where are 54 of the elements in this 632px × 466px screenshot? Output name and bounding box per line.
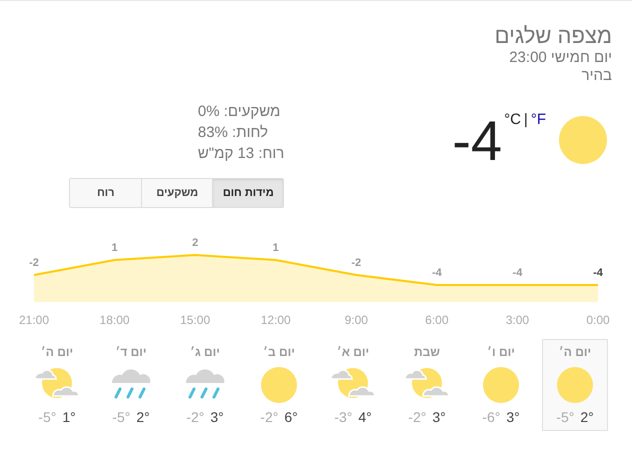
data-label: -4 (512, 267, 522, 279)
axis-tick-label: 12:00 (260, 313, 291, 327)
axis-tick-label: 9:00 (344, 313, 368, 327)
high-temperature: 6° (284, 409, 298, 425)
high-temperature: 3° (506, 409, 520, 425)
data-label: -2 (29, 257, 39, 269)
low-temperature: -5° (112, 409, 130, 425)
day-name: יום ה׳ (40, 345, 74, 359)
low-temperature: -3° (334, 409, 352, 425)
fahrenheit-link[interactable]: °F (530, 111, 546, 128)
axis-tick-label: 18:00 (100, 313, 130, 327)
day-name: יום א׳ (336, 345, 370, 359)
day-name: יום ג׳ (190, 345, 220, 359)
axis-tick-label: 15:00 (180, 313, 210, 327)
high-temperature: 2° (136, 409, 150, 425)
data-label: 2 (192, 237, 198, 249)
low-temperature: -5° (556, 409, 574, 425)
weather-detail: לחות: 83% (198, 123, 270, 143)
data-label: -2 (351, 257, 362, 269)
date-time: יום חמישי 23:00 (509, 49, 612, 67)
unit-separator: | (524, 111, 528, 128)
weather-detail: רוח: 13 קמ"ש (198, 144, 284, 164)
current-temperature: -4 (452, 111, 502, 171)
high-temperature: 3° (432, 409, 446, 425)
day-name: שבת (414, 345, 440, 359)
day-name: יום ה׳ (558, 345, 592, 359)
day-name: יום ו׳ (487, 345, 515, 359)
chart-tab[interactable]: משקעים (141, 179, 212, 207)
high-temperature: 1° (62, 409, 76, 425)
low-temperature: -2° (260, 409, 278, 425)
chart-tab[interactable]: מידות חום (212, 179, 284, 207)
data-label: -4 (432, 267, 442, 279)
axis-tick-label: 3:00 (506, 313, 530, 327)
low-temperature: -5° (38, 409, 56, 425)
location-title: מצפה שלגים (494, 23, 612, 49)
day-name: יום ב׳ (263, 345, 295, 359)
high-temperature: 3° (210, 409, 224, 425)
data-label: 1 (272, 242, 279, 254)
low-temperature: -2° (408, 409, 426, 425)
celsius-unit: °C (504, 111, 521, 128)
axis-tick-label: 21:00 (18, 313, 50, 327)
high-temperature: 2° (580, 409, 594, 425)
high-temperature: 4° (358, 409, 372, 425)
day-name: יום ד׳ (115, 345, 147, 359)
weather-condition: בהיר (582, 67, 612, 85)
data-label: -4 (593, 267, 603, 279)
axis-tick-label: 6:00 (425, 313, 449, 327)
chart-tab[interactable]: רוח (70, 179, 142, 207)
data-label: 1 (112, 242, 118, 254)
low-temperature: -6° (482, 409, 500, 425)
low-temperature: -2° (186, 409, 204, 425)
weather-detail: משקעים: 0% (198, 102, 282, 122)
sun-icon (558, 115, 608, 165)
axis-tick-label: 0:00 (586, 313, 610, 327)
